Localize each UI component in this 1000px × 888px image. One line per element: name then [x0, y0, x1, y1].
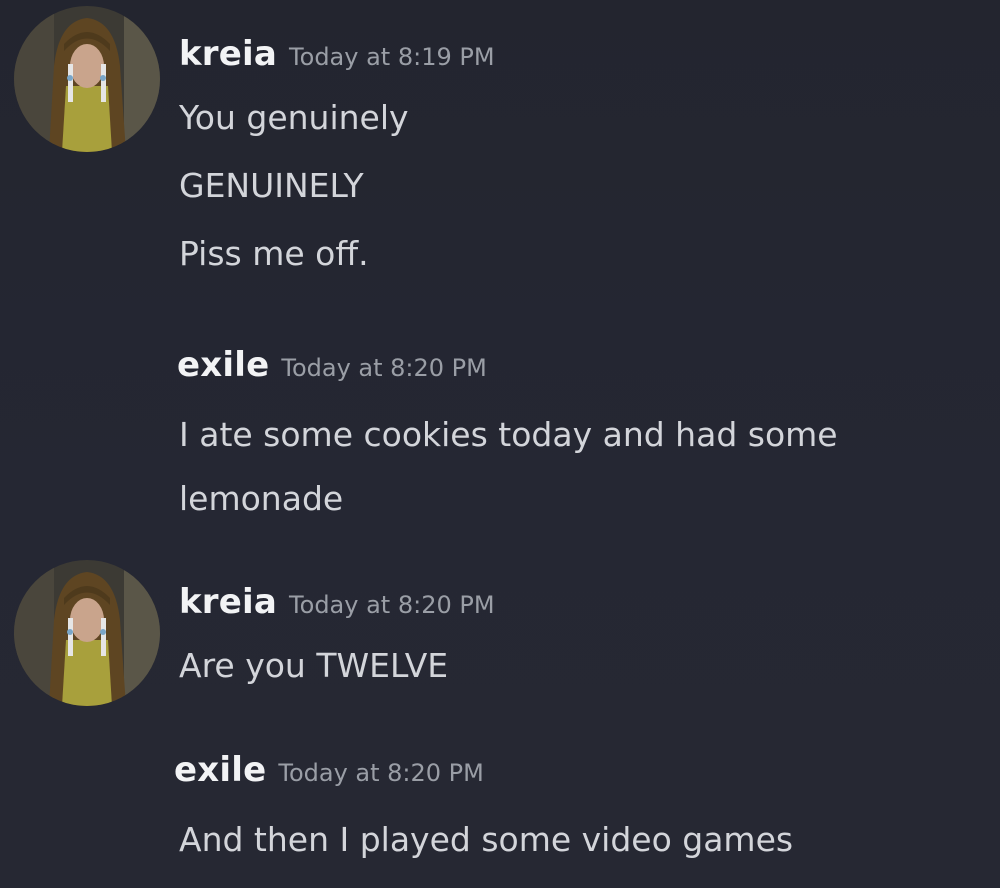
- message-text: You genuinely: [179, 98, 409, 137]
- message-header: kreia Today at 8:19 PM: [179, 34, 979, 90]
- chat-message-list: kreia Today at 8:19 PM You genuinely GEN…: [0, 0, 1000, 888]
- message-text: Are you TWELVE: [179, 646, 449, 685]
- avatar[interactable]: [14, 6, 160, 152]
- hooded-figure-avatar-image: [14, 560, 160, 706]
- message-text: And then I played some video games: [179, 820, 794, 859]
- message-timestamp: Today at 8:20 PM: [289, 591, 495, 619]
- message-timestamp: Today at 8:20 PM: [278, 759, 484, 787]
- message-header: exile Today at 8:20 PM: [177, 345, 977, 401]
- message-header: kreia Today at 8:20 PM: [179, 582, 979, 638]
- message-content: exile Today at 8:20 PM And then I played…: [174, 750, 974, 872]
- author-name[interactable]: kreia: [179, 34, 277, 74]
- message-content: kreia Today at 8:20 PM Are you TWELVE: [179, 582, 979, 698]
- author-name[interactable]: exile: [174, 750, 266, 790]
- message-header: exile Today at 8:20 PM: [174, 750, 974, 806]
- message-timestamp: Today at 8:19 PM: [289, 43, 495, 71]
- message-text: lemonade: [179, 479, 344, 518]
- message-timestamp: Today at 8:20 PM: [281, 354, 487, 382]
- hooded-figure-avatar-image: [14, 6, 160, 152]
- message-text: I ate some cookies today and had some: [179, 415, 838, 454]
- message-text: Piss me off.: [179, 234, 369, 273]
- avatar[interactable]: [14, 560, 160, 706]
- message-content: kreia Today at 8:19 PM You genuinely GEN…: [179, 34, 979, 286]
- message-text: GENUINELY: [179, 166, 364, 205]
- author-name[interactable]: kreia: [179, 582, 277, 622]
- author-name[interactable]: exile: [177, 345, 269, 385]
- message-content: exile Today at 8:20 PM I ate some cookie…: [177, 345, 977, 531]
